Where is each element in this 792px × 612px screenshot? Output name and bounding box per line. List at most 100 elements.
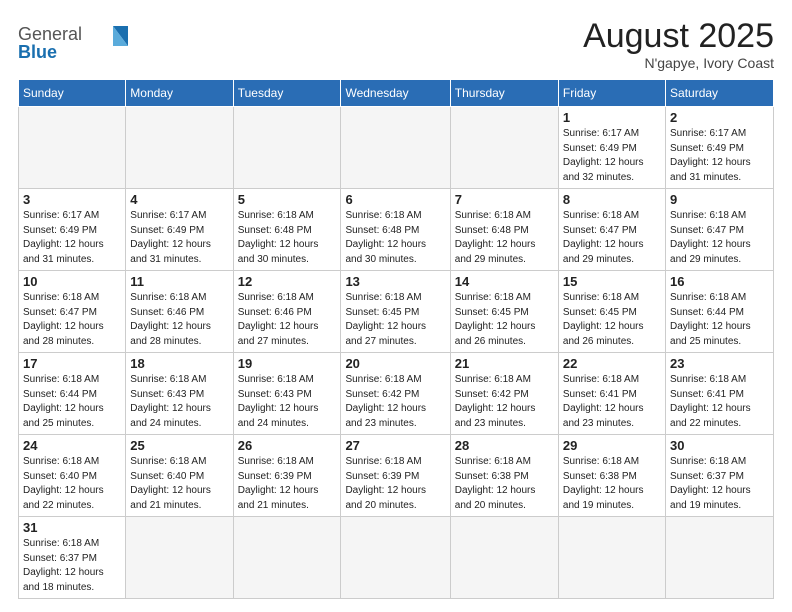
- weekday-header-friday: Friday: [558, 80, 665, 107]
- calendar-day-cell: 22 Sunrise: 6:18 AMSunset: 6:41 PMDayligh…: [558, 353, 665, 435]
- calendar-day-cell: [450, 517, 558, 599]
- day-info: Sunrise: 6:18 AMSunset: 6:44 PMDaylight:…: [670, 291, 769, 349]
- calendar-week-row: 1Sunrise: 6:17 AMSunset: 6:49 PMDaylight…: [19, 107, 774, 189]
- day-number: 9: [670, 192, 769, 207]
- day-info: Sunrise: 6:17 AMSunset: 6:49 PMDaylight:…: [23, 209, 121, 267]
- day-number: 24: [23, 438, 121, 453]
- day-number: 5: [238, 192, 337, 207]
- day-info: Sunrise: 6:18 AMSunset: 6:48 PMDaylight:…: [345, 209, 445, 267]
- svg-text:General: General: [18, 24, 82, 44]
- calendar-day-cell: 26Sunrise: 6:18 AMSunset: 6:39 PMDayligh…: [233, 435, 341, 517]
- weekday-header-tuesday: Tuesday: [233, 80, 341, 107]
- calendar-day-cell: 31Sunrise: 6:18 AMSunset: 6:37 PMDayligh…: [19, 517, 126, 599]
- day-info: Sunrise: 6:18 AMSunset: 6:37 PMDaylight:…: [670, 455, 769, 513]
- day-info: Sunrise: 6:18 AMSunset: 6:45 PMDaylight:…: [563, 291, 661, 349]
- calendar-day-cell: 6 Sunrise: 6:18 AMSunset: 6:48 PMDaylight…: [341, 189, 450, 271]
- day-info: Sunrise: 6:18 AMSunset: 6:42 PMDaylight:…: [345, 373, 445, 431]
- day-info: Sunrise: 6:18 AMSunset: 6:39 PMDaylight:…: [238, 455, 337, 513]
- day-number: 15: [563, 274, 661, 289]
- day-info: Sunrise: 6:18 AMSunset: 6:45 PMDaylight:…: [345, 291, 445, 349]
- day-number: 3: [23, 192, 121, 207]
- calendar-day-cell: [341, 517, 450, 599]
- calendar-table: SundayMondayTuesdayWednesdayThursdayFrid…: [18, 79, 774, 599]
- calendar-day-cell: 28Sunrise: 6:18 AMSunset: 6:38 PMDayligh…: [450, 435, 558, 517]
- day-info: Sunrise: 6:18 AMSunset: 6:41 PMDaylight:…: [563, 373, 661, 431]
- calendar-day-cell: 29 Sunrise: 6:18 AMSunset: 6:38 PMDayligh…: [558, 435, 665, 517]
- weekday-header-sunday: Sunday: [19, 80, 126, 107]
- calendar-week-row: 10Sunrise: 6:18 AMSunset: 6:47 PMDayligh…: [19, 271, 774, 353]
- day-info: Sunrise: 6:18 AMSunset: 6:38 PMDaylight:…: [455, 455, 554, 513]
- day-info: Sunrise: 6:18 AMSunset: 6:46 PMDaylight:…: [238, 291, 337, 349]
- day-number: 31: [23, 520, 121, 535]
- day-info: Sunrise: 6:18 AMSunset: 6:40 PMDaylight:…: [23, 455, 121, 513]
- day-info: Sunrise: 6:17 AMSunset: 6:49 PMDaylight:…: [670, 127, 769, 185]
- calendar-day-cell: 20Sunrise: 6:18 AMSunset: 6:42 PMDayligh…: [341, 353, 450, 435]
- calendar-day-cell: 9 Sunrise: 6:18 AMSunset: 6:47 PMDaylight…: [666, 189, 774, 271]
- calendar-day-cell: 30 Sunrise: 6:18 AMSunset: 6:37 PMDayligh…: [666, 435, 774, 517]
- day-info: Sunrise: 6:18 AMSunset: 6:42 PMDaylight:…: [455, 373, 554, 431]
- weekday-header-monday: Monday: [126, 80, 233, 107]
- page: General Blue August 2025 N'gapye, Ivory …: [0, 0, 792, 612]
- calendar-day-cell: 17 Sunrise: 6:18 AMSunset: 6:44 PMDayligh…: [19, 353, 126, 435]
- day-info: Sunrise: 6:18 AMSunset: 6:38 PMDaylight:…: [563, 455, 661, 513]
- day-number: 23: [670, 356, 769, 371]
- day-info: Sunrise: 6:18 AMSunset: 6:43 PMDaylight:…: [130, 373, 228, 431]
- calendar-day-cell: [126, 517, 233, 599]
- day-number: 27: [345, 438, 445, 453]
- day-info: Sunrise: 6:18 AMSunset: 6:48 PMDaylight:…: [455, 209, 554, 267]
- logo: General Blue: [18, 18, 128, 67]
- day-number: 14: [455, 274, 554, 289]
- calendar-week-row: 24 Sunrise: 6:18 AMSunset: 6:40 PMDayligh…: [19, 435, 774, 517]
- calendar-day-cell: 23Sunrise: 6:18 AMSunset: 6:41 PMDayligh…: [666, 353, 774, 435]
- month-year-title: August 2025: [583, 18, 774, 55]
- day-number: 13: [345, 274, 445, 289]
- day-number: 2: [670, 110, 769, 125]
- calendar-week-row: 31Sunrise: 6:18 AMSunset: 6:37 PMDayligh…: [19, 517, 774, 599]
- day-number: 6: [345, 192, 445, 207]
- day-number: 30: [670, 438, 769, 453]
- calendar-day-cell: 14 Sunrise: 6:18 AMSunset: 6:45 PMDayligh…: [450, 271, 558, 353]
- calendar-day-cell: 25Sunrise: 6:18 AMSunset: 6:40 PMDayligh…: [126, 435, 233, 517]
- calendar-day-cell: 27 Sunrise: 6:18 AMSunset: 6:39 PMDayligh…: [341, 435, 450, 517]
- day-number: 17: [23, 356, 121, 371]
- calendar-day-cell: 15 Sunrise: 6:18 AMSunset: 6:45 PMDayligh…: [558, 271, 665, 353]
- day-info: Sunrise: 6:18 AMSunset: 6:39 PMDaylight:…: [345, 455, 445, 513]
- calendar-day-cell: [126, 107, 233, 189]
- calendar-day-cell: [233, 517, 341, 599]
- logo-icon: General Blue: [18, 18, 128, 62]
- weekday-header-saturday: Saturday: [666, 80, 774, 107]
- calendar-day-cell: [450, 107, 558, 189]
- day-info: Sunrise: 6:17 AMSunset: 6:49 PMDaylight:…: [563, 127, 661, 185]
- day-number: 8: [563, 192, 661, 207]
- day-number: 4: [130, 192, 228, 207]
- calendar-week-row: 17 Sunrise: 6:18 AMSunset: 6:44 PMDayligh…: [19, 353, 774, 435]
- calendar-day-cell: 24 Sunrise: 6:18 AMSunset: 6:40 PMDayligh…: [19, 435, 126, 517]
- day-number: 18: [130, 356, 228, 371]
- day-info: Sunrise: 6:17 AMSunset: 6:49 PMDaylight:…: [130, 209, 228, 267]
- calendar-day-cell: [233, 107, 341, 189]
- day-info: Sunrise: 6:18 AMSunset: 6:47 PMDaylight:…: [670, 209, 769, 267]
- calendar-day-cell: 19Sunrise: 6:18 AMSunset: 6:43 PMDayligh…: [233, 353, 341, 435]
- weekday-header-row: SundayMondayTuesdayWednesdayThursdayFrid…: [19, 80, 774, 107]
- day-number: 29: [563, 438, 661, 453]
- day-info: Sunrise: 6:18 AMSunset: 6:47 PMDaylight:…: [23, 291, 121, 349]
- calendar-day-cell: 1Sunrise: 6:17 AMSunset: 6:49 PMDaylight…: [558, 107, 665, 189]
- day-info: Sunrise: 6:18 AMSunset: 6:48 PMDaylight:…: [238, 209, 337, 267]
- day-number: 12: [238, 274, 337, 289]
- day-info: Sunrise: 6:18 AMSunset: 6:44 PMDaylight:…: [23, 373, 121, 431]
- calendar-day-cell: 13 Sunrise: 6:18 AMSunset: 6:45 PMDayligh…: [341, 271, 450, 353]
- header: General Blue August 2025 N'gapye, Ivory …: [18, 18, 774, 71]
- svg-text:Blue: Blue: [18, 42, 57, 62]
- day-info: Sunrise: 6:18 AMSunset: 6:45 PMDaylight:…: [455, 291, 554, 349]
- calendar-day-cell: 12 Sunrise: 6:18 AMSunset: 6:46 PMDayligh…: [233, 271, 341, 353]
- calendar-day-cell: 16 Sunrise: 6:18 AMSunset: 6:44 PMDayligh…: [666, 271, 774, 353]
- day-number: 21: [455, 356, 554, 371]
- day-number: 16: [670, 274, 769, 289]
- title-area: August 2025 N'gapye, Ivory Coast: [583, 18, 774, 71]
- weekday-header-wednesday: Wednesday: [341, 80, 450, 107]
- calendar-day-cell: [666, 517, 774, 599]
- weekday-header-thursday: Thursday: [450, 80, 558, 107]
- location-subtitle: N'gapye, Ivory Coast: [583, 55, 774, 71]
- day-number: 22: [563, 356, 661, 371]
- calendar-day-cell: 7Sunrise: 6:18 AMSunset: 6:48 PMDaylight…: [450, 189, 558, 271]
